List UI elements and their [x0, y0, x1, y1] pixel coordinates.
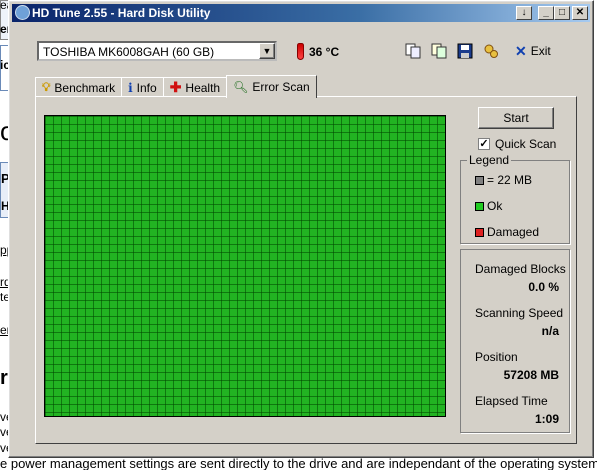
scan-block-map	[44, 115, 446, 417]
start-button[interactable]: Start	[478, 107, 554, 129]
tab-label: Info	[136, 80, 157, 95]
temperature-display: 36 °C	[297, 43, 339, 60]
tab-label: Error Scan	[252, 80, 310, 94]
help-button[interactable]: ↓	[516, 6, 532, 20]
damaged-blocks-value: 0.0 %	[528, 280, 559, 294]
background-bottom-text: e power management settings are sent dir…	[0, 456, 597, 470]
quick-scan-label: Quick Scan	[495, 137, 557, 151]
save-icon[interactable]	[455, 41, 475, 61]
start-label: Start	[503, 111, 529, 125]
legend-item-block-size: = 22 MB	[475, 173, 532, 187]
elapsed-time-label: Elapsed Time	[475, 394, 548, 408]
magnifier-icon: 🔍︎	[233, 80, 249, 94]
thermometer-icon	[297, 43, 304, 60]
copy-all-icon[interactable]	[429, 41, 449, 61]
options-icon[interactable]	[481, 41, 501, 61]
position-label: Position	[475, 350, 518, 364]
checkbox-checked-icon[interactable]: ✓	[478, 138, 490, 150]
health-icon: ✚	[169, 79, 182, 95]
title-bar[interactable]: HD Tune 2.55 - Hard Disk Utility ↓ _ □ ✕	[12, 4, 590, 22]
tab-bar: 💡︎ Benchmark i Info ✚ Health 🔍︎ Error Sc…	[35, 74, 317, 98]
exit-label: Exit	[530, 44, 551, 58]
scan-stats-group: Damaged Blocks 0.0 % Scanning Speed n/a …	[460, 249, 570, 433]
legend-group: Legend = 22 MB Ok Damaged	[460, 153, 570, 244]
legend-label: = 22 MB	[487, 173, 533, 187]
minimize-button[interactable]: _	[538, 6, 554, 20]
tab-health[interactable]: ✚ Health	[162, 77, 228, 97]
window-title: HD Tune 2.55 - Hard Disk Utility	[32, 6, 211, 20]
legend-title: Legend	[467, 153, 512, 167]
tab-label: Health	[185, 80, 221, 95]
tab-label: Benchmark	[54, 80, 116, 95]
legend-item-damaged: Damaged	[475, 225, 539, 239]
exit-icon: ✕	[515, 42, 527, 59]
scanning-speed-value: n/a	[541, 324, 559, 338]
legend-label: Ok	[487, 199, 503, 213]
benchmark-icon: 💡︎	[42, 80, 51, 94]
maximize-button[interactable]: □	[554, 6, 570, 20]
legend-label: Damaged	[487, 225, 540, 239]
red-square-icon	[475, 227, 484, 237]
exit-button[interactable]: ✕ Exit	[515, 43, 551, 60]
position-value: 57208 MB	[503, 368, 559, 382]
app-icon	[15, 5, 30, 20]
quick-scan-checkbox[interactable]: ✓ Quick Scan	[478, 137, 556, 151]
window-controls: ↓ _ □ ✕	[516, 6, 588, 20]
tab-error-scan[interactable]: 🔍︎ Error Scan	[226, 75, 317, 98]
drive-select-value: TOSHIBA MK6008GAH (60 GB)	[43, 45, 215, 59]
toolbar-buttons: ✕ Exit	[403, 41, 551, 61]
tab-benchmark[interactable]: 💡︎ Benchmark	[35, 77, 123, 97]
damaged-blocks-label: Damaged Blocks	[475, 262, 566, 276]
chevron-down-icon[interactable]: ▼	[259, 43, 275, 59]
scanning-speed-label: Scanning Speed	[475, 306, 564, 320]
drive-select[interactable]: TOSHIBA MK6008GAH (60 GB) ▼	[37, 41, 277, 61]
gray-square-icon	[475, 175, 484, 185]
info-icon: i	[128, 80, 133, 95]
close-button[interactable]: ✕	[572, 6, 588, 20]
temperature-value: 36 °C	[309, 44, 340, 59]
copy-info-icon[interactable]	[403, 41, 423, 61]
green-square-icon	[475, 201, 484, 211]
hdtune-window: HD Tune 2.55 - Hard Disk Utility ↓ _ □ ✕…	[8, 0, 594, 458]
tab-info[interactable]: i Info	[121, 77, 164, 97]
legend-item-ok: Ok	[475, 199, 502, 213]
error-scan-panel: Start ✓ Quick Scan Legend = 22 MB Ok Dam…	[35, 96, 577, 444]
elapsed-time-value: 1:09	[534, 412, 559, 426]
